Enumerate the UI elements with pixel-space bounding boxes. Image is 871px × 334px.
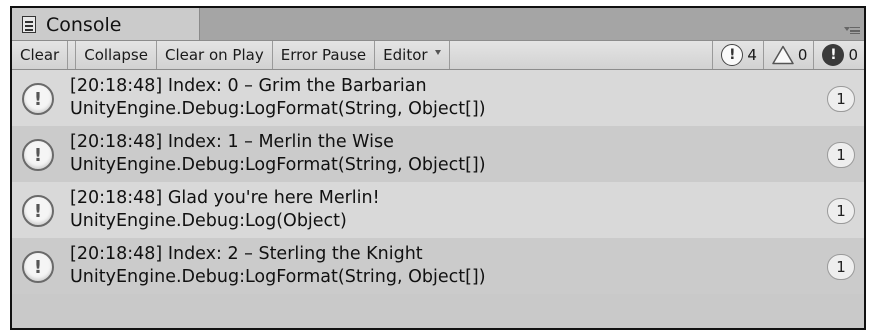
error-pause-toggle[interactable]: Error Pause <box>273 41 376 69</box>
info-filter-toggle[interactable]: ! 4 <box>713 41 764 69</box>
toolbar-separator <box>68 41 77 69</box>
toolbar-spacer <box>450 41 714 69</box>
chevron-down-icon <box>434 49 441 55</box>
error-count: 0 <box>848 46 858 64</box>
warning-icon <box>772 45 794 65</box>
editor-dropdown-label: Editor <box>383 46 428 64</box>
log-text: [20:18:48] Glad you're here Merlin! Unit… <box>70 187 380 233</box>
log-message: [20:18:48] Index: 2 – Sterling the Knigh… <box>70 244 423 264</box>
clear-on-play-toggle[interactable]: Clear on Play <box>157 41 273 69</box>
tab-title: Console <box>46 13 122 36</box>
log-stack-trace: UnityEngine.Debug:LogFormat(String, Obje… <box>70 99 486 119</box>
log-entry[interactable]: ! [20:18:48] Index: 0 – Grim the Barbari… <box>12 70 864 126</box>
log-message: [20:18:48] Index: 1 – Merlin the Wise <box>70 132 394 152</box>
info-icon: ! <box>22 83 54 115</box>
collapse-toggle[interactable]: Collapse <box>76 41 157 69</box>
window-menu-icon[interactable] <box>844 24 860 36</box>
collapse-count-badge: 1 <box>827 254 855 280</box>
clear-button[interactable]: Clear <box>12 41 69 69</box>
console-icon <box>22 16 36 33</box>
console-toolbar: Clear Collapse Clear on Play Error Pause… <box>12 40 864 70</box>
info-icon: ! <box>22 139 54 171</box>
log-message: [20:18:48] Index: 0 – Grim the Barbarian <box>70 76 427 96</box>
warning-filter-toggle[interactable]: 0 <box>764 41 815 69</box>
info-icon: ! <box>22 251 54 283</box>
log-list: ! [20:18:48] Index: 0 – Grim the Barbari… <box>12 70 864 328</box>
log-entry[interactable]: ! [20:18:48] Glad you're here Merlin! Un… <box>12 182 864 238</box>
tab-strip: Console <box>12 8 864 41</box>
error-icon: ! <box>822 44 845 66</box>
log-stack-trace: UnityEngine.Debug:LogFormat(String, Obje… <box>70 267 486 287</box>
log-text: [20:18:48] Index: 0 – Grim the Barbarian… <box>70 75 486 121</box>
log-entry[interactable]: ! [20:18:48] Index: 1 – Merlin the Wise … <box>12 126 864 182</box>
log-entry[interactable]: ! [20:18:48] Index: 2 – Sterling the Kni… <box>12 238 864 294</box>
collapse-count-badge: 1 <box>827 86 855 112</box>
editor-dropdown[interactable]: Editor <box>375 41 450 69</box>
collapse-count-badge: 1 <box>827 198 855 224</box>
log-message: [20:18:48] Glad you're here Merlin! <box>70 188 380 208</box>
console-window: Console Clear Collapse Clear on Play Err… <box>10 6 866 330</box>
warning-count: 0 <box>797 46 808 64</box>
log-text: [20:18:48] Index: 2 – Sterling the Knigh… <box>70 243 486 289</box>
log-stack-trace: UnityEngine.Debug:LogFormat(String, Obje… <box>70 155 486 175</box>
info-icon: ! <box>22 195 54 227</box>
info-icon: ! <box>721 44 744 66</box>
error-filter-toggle[interactable]: ! 0 <box>814 41 864 69</box>
collapse-count-badge: 1 <box>827 142 855 168</box>
tab-console[interactable]: Console <box>12 8 200 41</box>
log-stack-trace: UnityEngine.Debug:Log(Object) <box>70 211 347 231</box>
log-text: [20:18:48] Index: 1 – Merlin the Wise Un… <box>70 131 486 177</box>
info-count: 4 <box>747 46 757 64</box>
